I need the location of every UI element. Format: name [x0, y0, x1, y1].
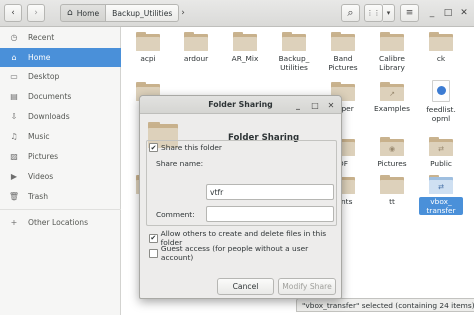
modify-share-button[interactable]: Modify Share: [278, 278, 336, 295]
folder-icon: [429, 32, 453, 51]
minimize-window-button[interactable]: _: [423, 4, 441, 22]
comment-label: Comment:: [156, 210, 195, 219]
folder-icon: ◉: [380, 137, 404, 156]
file-manager-window: ‹ › ⌂ Home Backup_Utilities › ⌕ ⋮⋮ ▾ ≡ _ …: [0, 0, 474, 315]
view-options-button[interactable]: ▾: [383, 4, 395, 22]
link-icon: ↗: [389, 90, 395, 98]
hamburger-icon: ≡: [405, 8, 414, 18]
back-icon: ‹: [11, 8, 15, 18]
clock-icon: ◷: [10, 33, 18, 42]
breadcrumb-home[interactable]: ⌂ Home: [60, 4, 107, 22]
file-item[interactable]: acpi: [126, 32, 170, 63]
sidebar: ◷ Recent ⌂ Home ▭ Desktop ▤ Documents ⇩ Downl…: [0, 27, 121, 315]
chevron-right-icon: ›: [181, 8, 185, 18]
download-icon: ⇩: [10, 112, 18, 121]
chevron-down-icon: ▾: [386, 9, 391, 17]
maximize-window-button[interactable]: □: [440, 4, 456, 22]
dialog-minimize-button[interactable]: _: [292, 99, 304, 111]
forward-button[interactable]: ›: [27, 4, 45, 22]
folder-icon: [184, 32, 208, 51]
dialog-close-button[interactable]: ✕: [325, 99, 337, 111]
grid-view-icon: ⋮⋮: [366, 9, 381, 17]
sidebar-item-home[interactable]: ⌂ Home: [0, 48, 121, 67]
sidebar-separator: [0, 209, 121, 210]
check-icon: ✔: [149, 143, 158, 152]
home-icon: ⌂: [67, 8, 73, 18]
file-item[interactable]: Backup_ Utilities: [272, 32, 316, 72]
opml-file-icon: [432, 80, 450, 102]
folder-sharing-dialog: Folder Sharing _ □ ✕ Folder Sharing ✔ Sha…: [139, 95, 342, 299]
menu-button[interactable]: ≡: [400, 4, 419, 22]
header-bar: ‹ › ⌂ Home Backup_Utilities › ⌕ ⋮⋮ ▾ ≡ _ …: [0, 0, 474, 27]
trash-icon: 🗑: [8, 192, 20, 201]
share-name-input[interactable]: vtfr: [206, 184, 334, 200]
camera-icon: ◉: [388, 145, 396, 153]
file-item[interactable]: ck: [419, 32, 463, 63]
close-window-button[interactable]: ✕: [456, 4, 472, 22]
sidebar-item-trash[interactable]: 🗑 Trash: [0, 187, 121, 206]
close-icon: ✕: [327, 100, 335, 110]
view-mode-button[interactable]: ⋮⋮: [364, 4, 383, 22]
file-item[interactable]: tt: [370, 175, 414, 206]
folder-icon: [282, 32, 306, 51]
document-icon: ▤: [10, 92, 18, 101]
forward-icon: ›: [34, 8, 38, 18]
share-name-label: Share name:: [156, 159, 204, 168]
folder-icon: ⇄: [429, 175, 453, 194]
breadcrumb-backup-utilities[interactable]: Backup_Utilities: [106, 4, 180, 22]
breadcrumb-more-button[interactable]: ›: [176, 4, 190, 22]
maximize-icon: □: [311, 100, 319, 110]
share-icon: ⇄: [438, 145, 444, 153]
search-icon: ⌕: [347, 6, 354, 19]
sidebar-item-pictures[interactable]: ▨ Pictures: [0, 147, 121, 166]
home-icon: ⌂: [11, 53, 17, 62]
sidebar-item-downloads[interactable]: ⇩ Downloads: [0, 107, 121, 126]
minimize-icon: _: [296, 100, 300, 110]
dialog-title: Folder Sharing: [208, 100, 273, 109]
plus-icon: +: [10, 218, 18, 227]
sidebar-item-documents[interactable]: ▤ Documents: [0, 87, 121, 106]
folder-icon: [331, 32, 355, 51]
sidebar-item-videos[interactable]: ▶ Videos: [0, 167, 121, 186]
close-icon: ✕: [460, 8, 468, 18]
maximize-icon: □: [443, 8, 453, 18]
music-icon: ♫: [10, 132, 18, 141]
share-folder-checkbox[interactable]: ✔ Share this folder: [149, 143, 222, 152]
file-item[interactable]: AR_Mix: [223, 32, 267, 63]
file-item[interactable]: ⇄ Public: [419, 137, 463, 168]
folder-icon: ↗: [380, 82, 404, 101]
file-item-selected[interactable]: ⇄ vbox_ transfer: [419, 175, 463, 215]
folder-icon: [380, 32, 404, 51]
dialog-maximize-button[interactable]: □: [309, 99, 321, 111]
video-icon: ▶: [10, 172, 18, 181]
guest-access-checkbox[interactable]: Guest access (for people without a user …: [149, 244, 341, 262]
file-item[interactable]: Calibre Library: [370, 32, 414, 72]
minimize-icon: _: [429, 8, 435, 18]
file-item[interactable]: feedlist. opml: [419, 80, 463, 123]
desktop-icon: ▭: [10, 72, 18, 81]
breadcrumb: ⌂ Home Backup_Utilities: [60, 4, 180, 22]
file-item[interactable]: ↗ Examples: [370, 82, 414, 113]
sidebar-item-other-locations[interactable]: + Other Locations: [0, 213, 121, 232]
folder-icon: ⇄: [429, 137, 453, 156]
picture-icon: ▨: [10, 152, 18, 161]
sidebar-item-recent[interactable]: ◷ Recent: [0, 28, 121, 47]
folder-icon: [380, 175, 404, 194]
share-icon: ⇄: [438, 183, 444, 191]
sidebar-item-desktop[interactable]: ▭ Desktop: [0, 67, 121, 86]
dialog-titlebar: Folder Sharing _ □ ✕: [140, 96, 341, 114]
sidebar-item-music[interactable]: ♫ Music: [0, 127, 121, 146]
search-button[interactable]: ⌕: [341, 4, 360, 22]
back-button[interactable]: ‹: [4, 4, 22, 22]
cancel-button[interactable]: Cancel: [217, 278, 274, 295]
status-bar: "vbox_transfer" selected (containing 24 …: [296, 298, 474, 312]
file-item[interactable]: ◉ Pictures: [370, 137, 414, 168]
folder-icon: [136, 32, 160, 51]
comment-input[interactable]: [206, 206, 334, 222]
file-item[interactable]: Band Pictures: [321, 32, 365, 72]
file-item[interactable]: ardour: [174, 32, 218, 63]
check-icon: ✔: [149, 233, 158, 243]
folder-icon: [233, 32, 257, 51]
